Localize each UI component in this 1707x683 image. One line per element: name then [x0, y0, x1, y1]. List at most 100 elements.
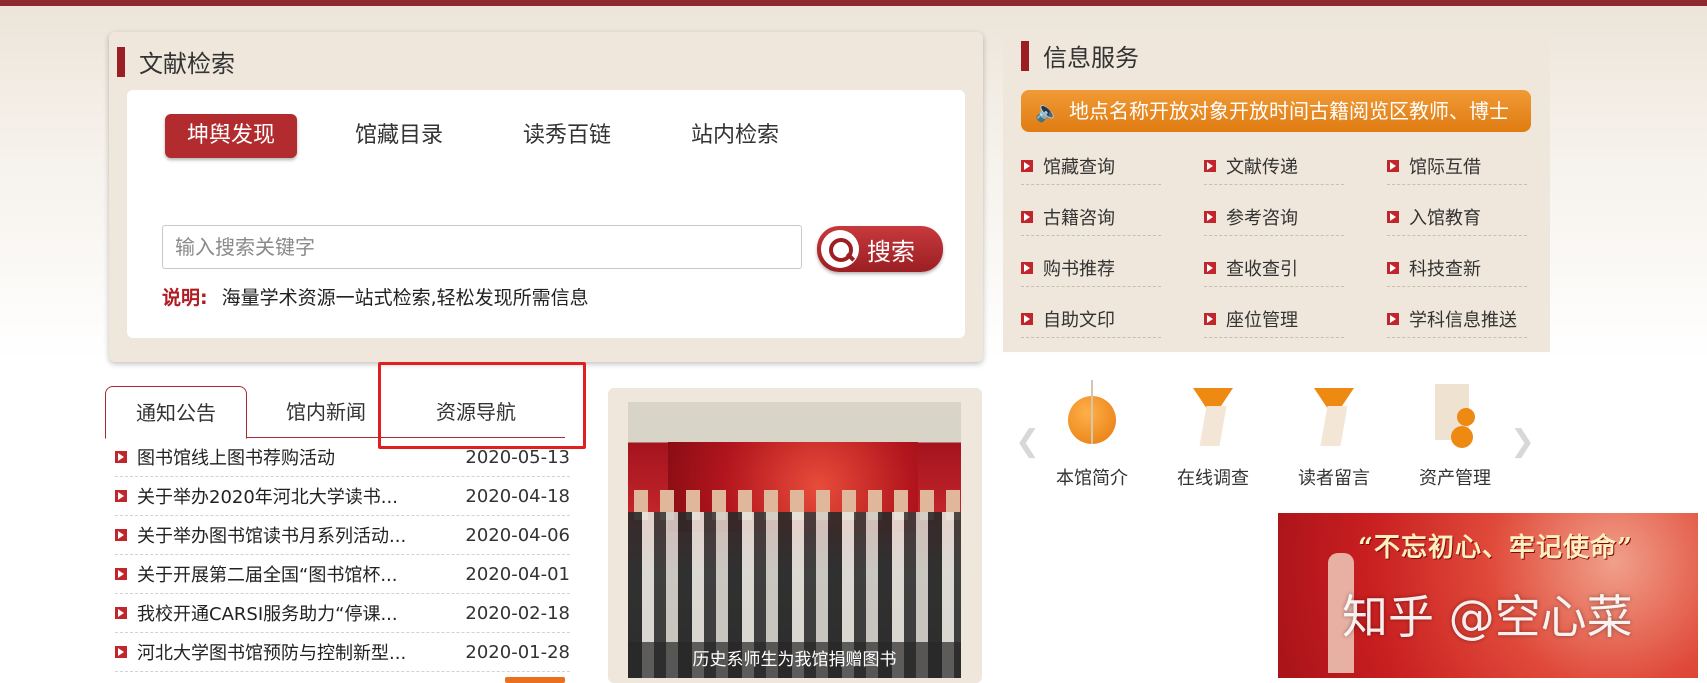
list-item[interactable]: 河北大学图书馆预防与控制新型... 2020-01-28 [115, 633, 570, 672]
tab-catalog[interactable]: 馆藏目录 [333, 114, 465, 158]
search-note-label: 说明: [162, 287, 208, 309]
quick-link-label: 在线调查 [1177, 468, 1249, 489]
service-link[interactable]: 馆藏查询 [1021, 140, 1204, 191]
arrow-icon [115, 568, 127, 580]
news-title: 我校开通CARSI服务助力“停课... [137, 604, 398, 625]
arrow-icon [1204, 261, 1216, 274]
service-label: 古籍咨询 [1043, 207, 1115, 229]
info-panel-title: 信息服务 [1021, 38, 1139, 73]
speaker-icon: 🔈 [1035, 99, 1060, 123]
service-label: 科技查新 [1409, 258, 1481, 280]
banner-slogan: “不忘初心、牢记使命” [1358, 533, 1633, 563]
news-title: 关于举办2020年河北大学读书... [137, 487, 398, 508]
arrow-icon [1204, 312, 1216, 325]
arrow-icon [1204, 210, 1216, 223]
quick-link-label: 资产管理 [1419, 468, 1491, 489]
search-button[interactable]: 搜索 [817, 226, 943, 272]
arrow-icon [1387, 210, 1399, 223]
info-title-text: 信息服务 [1043, 44, 1139, 72]
tab-resource-nav[interactable]: 资源导航 [405, 386, 547, 438]
intro-icon [1060, 380, 1124, 450]
tab-site-search[interactable]: 站内检索 [669, 114, 801, 158]
service-label: 文献传递 [1226, 156, 1298, 178]
service-link[interactable]: 自助文印 [1021, 293, 1204, 344]
news-list: 图书馆线上图书荐购活动 2020-05-13 关于举办2020年河北大学读书...… [115, 438, 570, 672]
service-link[interactable]: 文献传递 [1204, 140, 1387, 191]
service-label: 自助文印 [1043, 309, 1115, 331]
title-accent-bar [1021, 40, 1029, 71]
service-label: 购书推荐 [1043, 258, 1115, 280]
quick-link-survey[interactable]: 在线调查 [1158, 380, 1268, 490]
news-date: 2020-04-06 [465, 524, 570, 546]
arrow-icon [1204, 159, 1216, 172]
news-section: 通知公告 馆内新闻 资源导航 图书馆线上图书荐购活动 2020-05-13 关于举… [105, 386, 570, 683]
service-label: 查收查引 [1226, 258, 1298, 280]
zhihu-watermark: 知乎 @空心菜 [1342, 590, 1633, 644]
service-link[interactable]: 馆际互借 [1387, 140, 1531, 191]
list-item[interactable]: 图书馆线上图书荐购活动 2020-05-13 [115, 438, 570, 477]
news-title: 图书馆线上图书荐购活动 [137, 448, 335, 469]
search-input[interactable] [162, 225, 802, 269]
service-label: 入馆教育 [1409, 207, 1481, 229]
service-label: 馆际互借 [1409, 156, 1481, 178]
arrow-icon [1021, 261, 1033, 274]
arrow-icon [1387, 159, 1399, 172]
service-links: 馆藏查询 文献传递 馆际互借 古籍咨询 参考咨询 入馆教育 购书推荐 查收查引 … [1021, 140, 1531, 344]
quick-link-message[interactable]: 读者留言 [1279, 380, 1389, 490]
service-link[interactable]: 学科信息推送 [1387, 293, 1531, 344]
tab-notices[interactable]: 通知公告 [105, 386, 247, 439]
news-title: 关于开展第二届全国“图书馆杯... [137, 565, 398, 586]
list-item[interactable]: 关于举办图书馆读书月系列活动... 2020-04-06 [115, 516, 570, 555]
arrow-icon [1021, 312, 1033, 325]
list-item[interactable]: 我校开通CARSI服务助力“停课... 2020-02-18 [115, 594, 570, 633]
service-link[interactable]: 座位管理 [1204, 293, 1387, 344]
quick-link-asset[interactable]: 资产管理 [1400, 380, 1510, 490]
service-link[interactable]: 查收查引 [1204, 242, 1387, 293]
news-date: 2020-02-18 [465, 602, 570, 624]
news-tabs: 通知公告 馆内新闻 资源导航 [105, 386, 565, 439]
photo-caption: 历史系师生为我馆捐赠图书 [628, 642, 961, 678]
news-date: 2020-04-18 [465, 485, 570, 507]
service-link[interactable]: 参考咨询 [1204, 191, 1387, 242]
search-icon [821, 230, 859, 268]
quick-link-label: 本馆简介 [1056, 468, 1128, 489]
service-link[interactable]: 古籍咨询 [1021, 191, 1204, 242]
arrow-icon [1387, 312, 1399, 325]
photo-frame: 历史系师生为我馆捐赠图书 [608, 388, 982, 683]
arrow-icon [115, 646, 127, 658]
info-service-panel: 信息服务 🔈 地点名称开放对象开放时间古籍阅览区教师、博士 馆藏查询 文献传递 … [1003, 30, 1550, 352]
notice-text: 地点名称开放对象开放时间古籍阅览区教师、博士 [1069, 99, 1509, 123]
asset-icon [1423, 380, 1487, 450]
news-title: 关于举办图书馆读书月系列活动... [137, 526, 407, 547]
list-item[interactable]: 关于开展第二届全国“图书馆杯... 2020-04-01 [115, 555, 570, 594]
arrow-icon [115, 451, 127, 463]
chevron-right-icon[interactable]: ❯ [1510, 424, 1535, 459]
tab-kunyu-discovery[interactable]: 坤舆发现 [165, 114, 298, 158]
party-banner[interactable]: “不忘初心、牢记使命” 知乎 @空心菜 [1278, 513, 1698, 678]
news-date: 2020-04-01 [465, 563, 570, 585]
service-link[interactable]: 科技查新 [1387, 242, 1531, 293]
news-title: 河北大学图书馆预防与控制新型... [137, 643, 407, 664]
tab-duxiu[interactable]: 读秀百链 [501, 114, 633, 158]
tab-library-news[interactable]: 馆内新闻 [255, 386, 397, 438]
search-title-text: 文献检索 [139, 50, 235, 78]
arrow-icon [1021, 159, 1033, 172]
news-photo[interactable]: 历史系师生为我馆捐赠图书 [628, 402, 961, 678]
quick-link-intro[interactable]: 本馆简介 [1037, 380, 1147, 490]
message-icon [1302, 380, 1366, 450]
list-item[interactable]: 关于举办2020年河北大学读书... 2020-04-18 [115, 477, 570, 516]
arrow-icon [115, 490, 127, 502]
notice-marquee[interactable]: 🔈 地点名称开放对象开放时间古籍阅览区教师、博士 [1021, 90, 1531, 132]
arrow-icon [115, 529, 127, 541]
service-label: 座位管理 [1226, 309, 1298, 331]
search-note-text: 海量学术资源一站式检索,轻松发现所需信息 [221, 287, 589, 309]
news-date: 2020-05-13 [465, 446, 570, 468]
survey-icon [1181, 380, 1245, 450]
title-accent-bar [117, 46, 125, 77]
arrow-icon [115, 607, 127, 619]
news-date: 2020-01-28 [465, 641, 570, 663]
service-link[interactable]: 购书推荐 [1021, 242, 1204, 293]
more-badge[interactable] [505, 677, 565, 683]
service-label: 参考咨询 [1226, 207, 1298, 229]
service-link[interactable]: 入馆教育 [1387, 191, 1531, 242]
